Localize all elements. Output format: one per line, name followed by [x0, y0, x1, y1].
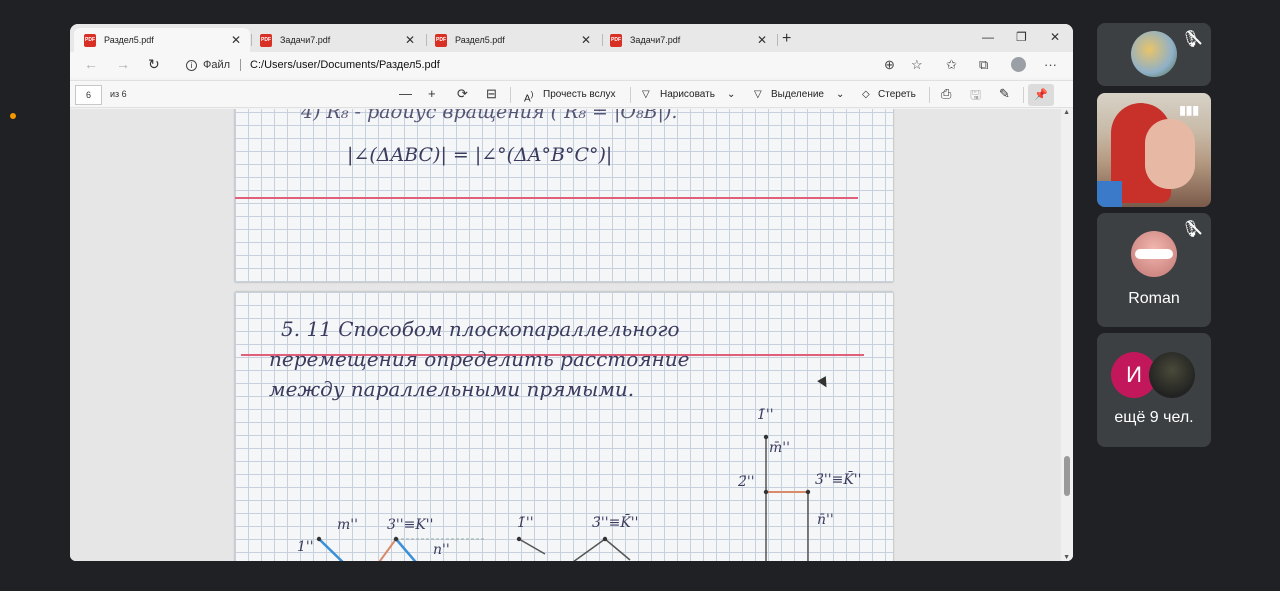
- participant-avatar: [1131, 31, 1177, 77]
- pdf-viewer[interactable]: 4) R₈ - радиус вращения ( R₈ = |O₈B|). |…: [70, 109, 1073, 561]
- page-number-input[interactable]: 6: [75, 85, 102, 105]
- pdf-icon: PDF: [435, 33, 447, 47]
- label-3-k-right: 3̄''≡K̄'': [815, 472, 862, 488]
- site-info[interactable]: i Файл C:/Users/user/Documents/Раздел5.p…: [186, 59, 440, 71]
- close-window-button[interactable]: ✕: [1050, 30, 1060, 44]
- close-tab-icon[interactable]: ✕: [404, 33, 416, 47]
- participant-name: Roman: [1128, 290, 1180, 307]
- pdf-page-5: 4) R₈ - радиус вращения ( R₈ = |O₈B|). |…: [235, 109, 893, 282]
- close-tab-icon[interactable]: ✕: [756, 33, 768, 47]
- divider: [240, 59, 242, 71]
- tab-razdel5[interactable]: PDF Раздел5.pdf ✕: [425, 28, 600, 52]
- tab-zadachi7-2[interactable]: PDF Задачи7.pdf ✕: [600, 28, 776, 52]
- url-field[interactable]: C:/Users/user/Documents/Раздел5.pdf: [250, 59, 440, 71]
- others-count: ещё 9 чел.: [1114, 409, 1194, 426]
- minimize-button[interactable]: —: [982, 30, 994, 44]
- read-aloud-button[interactable]: Прочесть вслух: [543, 89, 615, 100]
- chevron-down-icon[interactable]: ⌄: [727, 89, 735, 100]
- draw-button[interactable]: Нарисовать: [660, 89, 715, 100]
- geometry-drawing: [316, 434, 811, 561]
- chevron-down-icon[interactable]: ⌄: [836, 89, 844, 100]
- scroll-down-icon[interactable]: ▼: [1063, 554, 1070, 561]
- label-3-k: 3''≡K'': [387, 517, 434, 533]
- scroll-up-icon[interactable]: ▲: [1063, 109, 1070, 116]
- reload-button[interactable]: ↻: [148, 56, 160, 73]
- page-count: из 6: [110, 89, 127, 99]
- label-1: 1'': [297, 539, 314, 555]
- sunglasses: [1135, 249, 1173, 259]
- handwritten-line: 4) R₈ - радиус вращения ( R₈ = |O₈B|).: [301, 109, 678, 123]
- tab-razdel5-active[interactable]: PDF Раздел5.pdf ✕: [74, 28, 250, 52]
- label-2-bar: 2̄'': [738, 474, 755, 490]
- others-tile[interactable]: И ещё 9 чел.: [1097, 333, 1211, 447]
- scrollbar-thumb[interactable]: [1064, 456, 1070, 496]
- close-tab-icon[interactable]: ✕: [230, 33, 242, 47]
- save-as-icon[interactable]: ✎: [999, 86, 1010, 102]
- zoom-in-button[interactable]: +: [428, 86, 436, 101]
- browser-window: PDF Раздел5.pdf ✕ PDF Задачи7.pdf ✕ PDF …: [70, 24, 1073, 561]
- label-n: n'': [433, 542, 450, 558]
- address-bar: ← → ↻ i Файл C:/Users/user/Documents/Раз…: [70, 52, 1073, 78]
- handwritten-line: |∠(ΔABC)| = |∠°(ΔA°B°C°)|: [347, 144, 613, 166]
- tab-title: Раздел5.pdf: [455, 35, 505, 45]
- info-icon: i: [186, 59, 197, 71]
- zoom-icon[interactable]: ⊕: [884, 57, 895, 73]
- pdf-page-6: 5. 11 Способом плоскопараллельного перем…: [235, 292, 893, 561]
- participant-tile-2[interactable]: ▮▮▮: [1097, 93, 1211, 207]
- tab-zadachi7[interactable]: PDF Задачи7.pdf ✕: [250, 28, 424, 52]
- read-aloud-icon[interactable]: A): [524, 89, 533, 104]
- tab-title: Раздел5.pdf: [104, 35, 154, 45]
- tab-title: Задачи7.pdf: [280, 35, 331, 45]
- eraser-icon: ◇: [862, 89, 870, 100]
- label-m-bar: m̄'': [769, 440, 790, 456]
- participant-tile-1[interactable]: 🎙: [1097, 23, 1211, 86]
- favorite-star-icon[interactable]: ☆: [911, 57, 923, 73]
- label-1-bar: 1̄'': [517, 515, 534, 531]
- pin-toolbar-button[interactable]: 📌: [1028, 84, 1054, 106]
- toolbar-divider: [510, 87, 511, 103]
- tab-separator: [777, 34, 778, 46]
- back-button[interactable]: ←: [84, 56, 98, 72]
- highlight-icon: ▽: [754, 89, 762, 100]
- fit-page-icon[interactable]: ⊟: [486, 86, 497, 102]
- pin-icon: 📌: [1034, 89, 1048, 101]
- restore-button[interactable]: ❐: [1016, 30, 1027, 44]
- participant-face: [1145, 119, 1195, 189]
- forward-button[interactable]: →: [116, 56, 130, 72]
- participant-tile-3[interactable]: 🎙 Roman: [1097, 213, 1211, 327]
- margin-line: [235, 197, 858, 199]
- pdf-icon: PDF: [260, 33, 272, 47]
- toolbar-divider: [929, 87, 930, 103]
- profile-avatar[interactable]: [1011, 57, 1026, 72]
- pdf-toolbar: 6 из 6 — + ⟳ ⊟ A) Прочесть вслух ▽ Нарис…: [70, 80, 1073, 108]
- pdf-icon: PDF: [610, 33, 622, 47]
- participant-avatar: [1149, 352, 1195, 398]
- toolbar-divider: [630, 87, 631, 103]
- site-label: Файл: [203, 59, 231, 71]
- favorites-icon[interactable]: ✩: [946, 57, 957, 73]
- toolbar-divider: [1023, 87, 1024, 103]
- pdf-icon: PDF: [84, 33, 96, 47]
- tab-title: Задачи7.pdf: [630, 35, 681, 45]
- participant-shirt: [1097, 181, 1122, 207]
- draw-icon: ▽: [642, 89, 650, 100]
- new-tab-button[interactable]: +: [782, 30, 791, 48]
- label-m: m'': [337, 517, 358, 533]
- rotate-icon[interactable]: ⟳: [457, 86, 468, 102]
- highlight-button[interactable]: Выделение: [771, 89, 824, 100]
- label-n-bar: n̄'': [817, 512, 834, 528]
- label-1-top: 1̄'': [757, 407, 774, 423]
- tab-strip: PDF Раздел5.pdf ✕ PDF Задачи7.pdf ✕ PDF …: [70, 24, 1073, 52]
- close-tab-icon[interactable]: ✕: [580, 33, 592, 47]
- notification-dot: [10, 113, 16, 119]
- save-icon[interactable]: 🖫: [970, 86, 981, 108]
- menu-dots-icon[interactable]: ···: [1044, 57, 1057, 72]
- label-3-k-bar: 3̄''≡K̄'': [592, 515, 639, 531]
- print-icon[interactable]: ⎙: [941, 86, 951, 102]
- zoom-out-button[interactable]: —: [399, 86, 412, 101]
- erase-button[interactable]: Стереть: [878, 89, 916, 100]
- speaking-indicator-icon: ▮▮▮: [1179, 103, 1199, 117]
- vertical-scrollbar[interactable]: ▲ ▼: [1061, 109, 1073, 561]
- collections-icon[interactable]: ⧉: [979, 57, 988, 73]
